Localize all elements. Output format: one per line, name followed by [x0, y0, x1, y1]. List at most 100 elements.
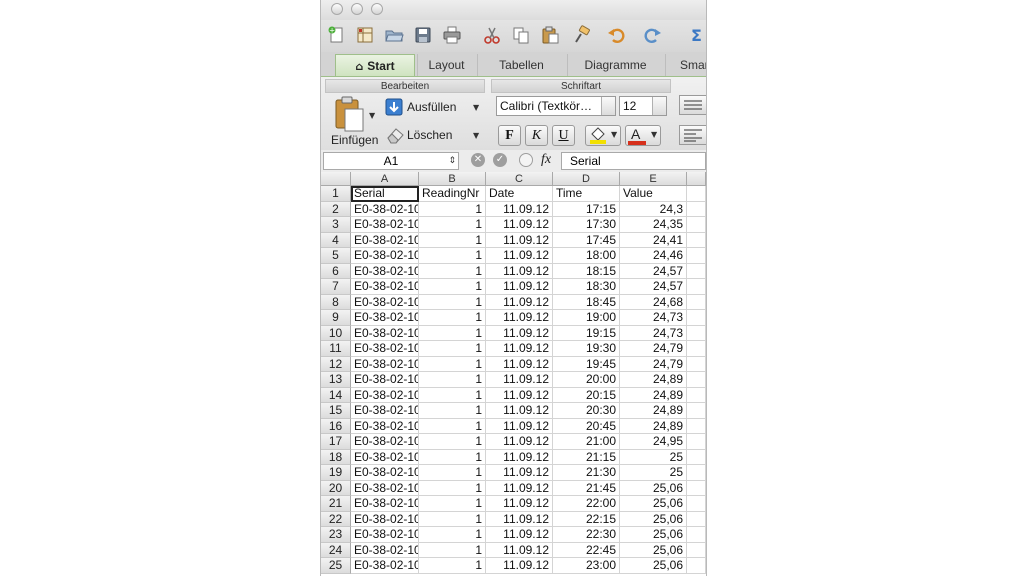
cell-date[interactable]: 11.09.12 — [486, 201, 553, 217]
row-header[interactable]: 21 — [321, 496, 351, 512]
cell-time[interactable]: 19:00 — [553, 310, 620, 326]
cell-value[interactable]: 24,89 — [620, 418, 687, 434]
italic-button[interactable]: K — [525, 125, 548, 146]
cell-readingnr[interactable]: 1 — [419, 310, 486, 326]
name-box-stepper-icon[interactable]: ⇕ — [448, 153, 456, 169]
row-header[interactable]: 25 — [321, 558, 351, 574]
cell-serial[interactable]: E0-38-02-10- — [351, 558, 419, 574]
tab-diagramme[interactable]: Diagramme — [567, 54, 663, 76]
row-header[interactable]: 16 — [321, 418, 351, 434]
cell-time[interactable]: 19:30 — [553, 341, 620, 357]
cell-date[interactable]: 11.09.12 — [486, 325, 553, 341]
cell-time[interactable]: 22:00 — [553, 496, 620, 512]
cell-date[interactable]: 11.09.12 — [486, 496, 553, 512]
row-header[interactable]: 12 — [321, 356, 351, 372]
cell-date[interactable]: 11.09.12 — [486, 387, 553, 403]
open-icon[interactable] — [383, 24, 405, 46]
cell-readingnr[interactable]: 1 — [419, 418, 486, 434]
cell-date[interactable]: 11.09.12 — [486, 341, 553, 357]
row-header[interactable]: 15 — [321, 403, 351, 419]
formula-input[interactable]: Serial — [561, 152, 706, 170]
cell-time[interactable]: 23:00 — [553, 558, 620, 574]
row-header[interactable]: 10 — [321, 325, 351, 341]
select-all-corner[interactable] — [321, 172, 351, 186]
cell-readingnr[interactable]: 1 — [419, 542, 486, 558]
cell-readingnr[interactable]: 1 — [419, 558, 486, 574]
cell-date[interactable]: 11.09.12 — [486, 279, 553, 295]
cell-readingnr[interactable]: 1 — [419, 263, 486, 279]
cell-date[interactable]: 11.09.12 — [486, 403, 553, 419]
cell-date[interactable]: 11.09.12 — [486, 310, 553, 326]
align-top-button[interactable] — [679, 95, 706, 115]
header-cell-time[interactable]: Time — [553, 186, 620, 202]
cell-serial[interactable]: E0-38-02-10- — [351, 248, 419, 264]
cell-readingnr[interactable]: 1 — [419, 217, 486, 233]
cell-date[interactable]: 11.09.12 — [486, 527, 553, 543]
cell-serial[interactable]: E0-38-02-10- — [351, 403, 419, 419]
cell-date[interactable]: 11.09.12 — [486, 356, 553, 372]
empty-cell[interactable] — [687, 248, 706, 264]
cell-value[interactable]: 24,68 — [620, 294, 687, 310]
empty-cell[interactable] — [687, 310, 706, 326]
cell-value[interactable]: 25,06 — [620, 542, 687, 558]
row-header[interactable]: 14 — [321, 387, 351, 403]
cell-date[interactable]: 11.09.12 — [486, 217, 553, 233]
sum-icon[interactable]: Σ — [687, 24, 706, 46]
cell-time[interactable]: 21:30 — [553, 465, 620, 481]
cell-serial[interactable]: E0-38-02-10- — [351, 511, 419, 527]
cell-readingnr[interactable]: 1 — [419, 403, 486, 419]
cell-value[interactable]: 24,57 — [620, 263, 687, 279]
header-cell-date[interactable]: Date — [486, 186, 553, 202]
cell-date[interactable]: 11.09.12 — [486, 248, 553, 264]
empty-cell[interactable] — [687, 263, 706, 279]
cell-serial[interactable]: E0-38-02-10- — [351, 434, 419, 450]
cell-readingnr[interactable]: 1 — [419, 372, 486, 388]
cell-readingnr[interactable]: 1 — [419, 387, 486, 403]
empty-cell[interactable] — [687, 418, 706, 434]
cell-time[interactable]: 18:30 — [553, 279, 620, 295]
row-header[interactable]: 9 — [321, 310, 351, 326]
cell-serial[interactable]: E0-38-02-10- — [351, 480, 419, 496]
row-header[interactable]: 23 — [321, 527, 351, 543]
empty-cell[interactable] — [687, 372, 706, 388]
cell-serial[interactable]: E0-38-02-10- — [351, 372, 419, 388]
empty-cell[interactable] — [687, 186, 706, 202]
column-header-c[interactable]: C — [486, 172, 553, 186]
cell-time[interactable]: 20:00 — [553, 372, 620, 388]
cell-value[interactable]: 24,57 — [620, 279, 687, 295]
name-box[interactable]: A1 ⇕ — [323, 152, 459, 170]
row-header[interactable]: 20 — [321, 480, 351, 496]
print-icon[interactable] — [441, 24, 463, 46]
cell-value[interactable]: 24,95 — [620, 434, 687, 450]
column-header-d[interactable]: D — [553, 172, 620, 186]
save-icon[interactable] — [412, 24, 434, 46]
cell-readingnr[interactable]: 1 — [419, 279, 486, 295]
fill-dropdown-icon[interactable]: ▼ — [473, 103, 479, 112]
cell-value[interactable]: 25 — [620, 465, 687, 481]
cell-readingnr[interactable]: 1 — [419, 465, 486, 481]
cell-value[interactable]: 25,06 — [620, 558, 687, 574]
cell-readingnr[interactable]: 1 — [419, 434, 486, 450]
cell-readingnr[interactable]: 1 — [419, 201, 486, 217]
header-cell-serial[interactable]: Serial — [351, 186, 419, 202]
cell-value[interactable]: 24,41 — [620, 232, 687, 248]
cell-time[interactable]: 17:30 — [553, 217, 620, 233]
cell-date[interactable]: 11.09.12 — [486, 263, 553, 279]
cell-time[interactable]: 19:15 — [553, 325, 620, 341]
tab-tabellen[interactable]: Tabellen — [477, 54, 565, 76]
cell-value[interactable]: 24,89 — [620, 387, 687, 403]
font-color-dropdown-icon[interactable]: ▼ — [651, 130, 657, 139]
header-cell-readingnr[interactable]: ReadingNr — [419, 186, 486, 202]
cell-serial[interactable]: E0-38-02-10- — [351, 217, 419, 233]
templates-icon[interactable] — [354, 24, 376, 46]
cell-value[interactable]: 24,73 — [620, 325, 687, 341]
row-header[interactable]: 8 — [321, 294, 351, 310]
cell-value[interactable]: 25,06 — [620, 496, 687, 512]
tab-start[interactable]: ⌂ Start — [335, 54, 415, 76]
empty-cell[interactable] — [687, 403, 706, 419]
minimize-window-button[interactable] — [351, 3, 363, 15]
paste-button[interactable]: ▼ Einfügen — [329, 95, 378, 149]
cell-time[interactable]: 18:00 — [553, 248, 620, 264]
empty-cell[interactable] — [687, 387, 706, 403]
cell-serial[interactable]: E0-38-02-10- — [351, 294, 419, 310]
